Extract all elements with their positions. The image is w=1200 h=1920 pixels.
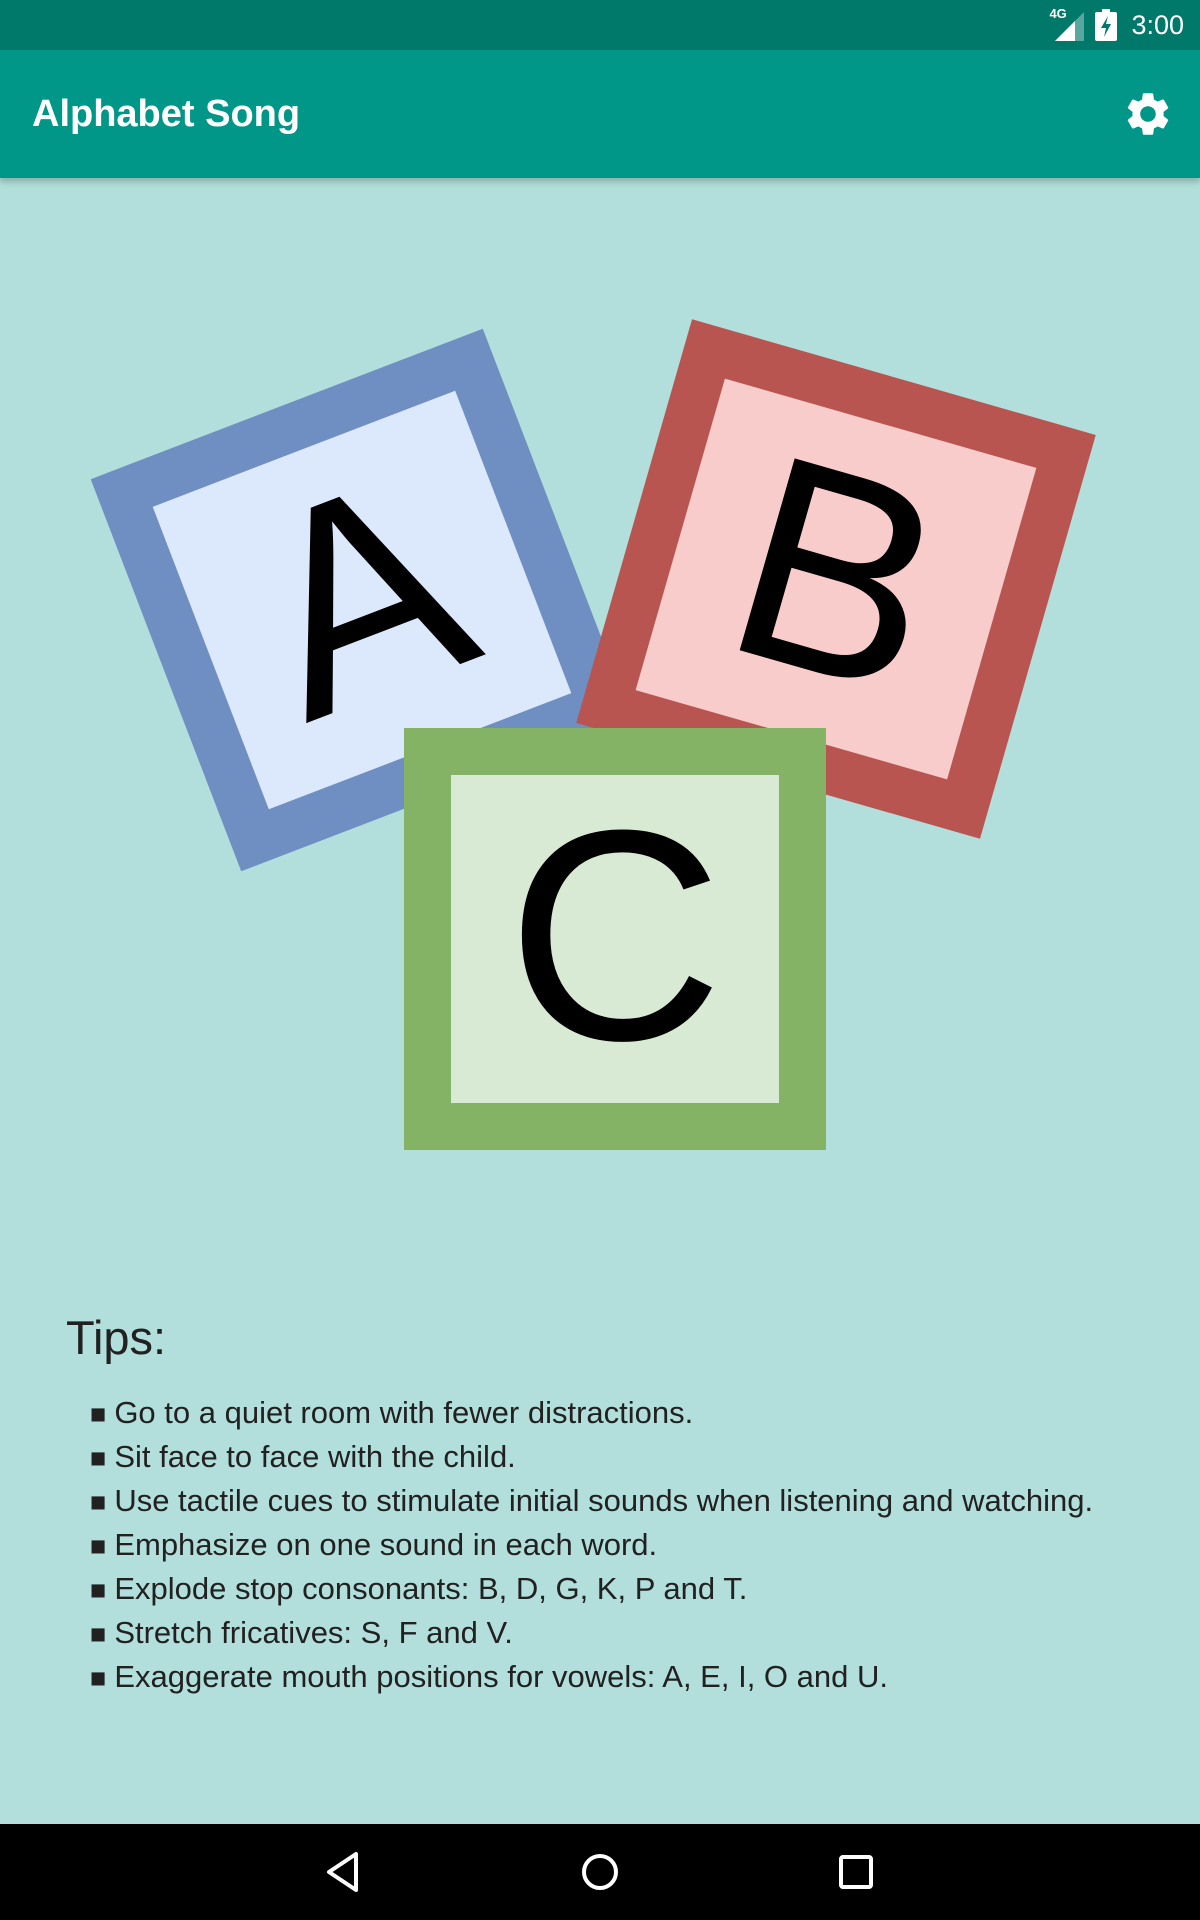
gear-icon (1127, 93, 1169, 135)
tip-item: ■ Explode stop consonants: B, D, G, K, P … (90, 1570, 1130, 1609)
status-bar: 4G 3:00 (0, 0, 1200, 50)
app-screen: 4G 3:00 Alphabet Song A B C Tips: ■ Go t… (0, 0, 1200, 1920)
tip-item: ■ Go to a quiet room with fewer distracti… (90, 1394, 1130, 1433)
tip-bullet: ■ (90, 1575, 107, 1605)
battery-charging-icon (1095, 9, 1118, 41)
block-c: C (404, 728, 826, 1150)
settings-button[interactable] (1122, 88, 1174, 140)
tip-text: Go to a quiet room with fewer distractio… (114, 1395, 694, 1430)
tip-bullet: ■ (90, 1663, 107, 1693)
abc-blocks-illustration: A B C (90, 319, 1096, 1150)
home-circle-icon (582, 1854, 618, 1890)
tip-item: ■ Use tactile cues to stimulate initial s… (90, 1482, 1130, 1521)
signal-indicator: 4G (1049, 6, 1085, 42)
tip-item: ■ Exaggerate mouth positions for vowels: … (90, 1658, 1130, 1697)
network-type-label: 4G (1049, 6, 1067, 21)
recents-square-icon (839, 1855, 873, 1889)
block-c-letter: C (507, 767, 724, 1103)
tip-text: Stretch fricatives: S, F and V. (114, 1615, 513, 1650)
tip-text: Use tactile cues to stimulate initial so… (114, 1483, 1094, 1518)
app-bar: Alphabet Song (0, 50, 1200, 178)
tip-item: ■ Emphasize on one sound in each word. (90, 1526, 1130, 1565)
tips-list: ■ Go to a quiet room with fewer distracti… (90, 1394, 1130, 1702)
tip-bullet: ■ (90, 1531, 107, 1561)
tips-heading: Tips: (66, 1311, 167, 1364)
back-triangle-icon (327, 1852, 358, 1892)
tip-item: ■ Sit face to face with the child. (90, 1438, 1130, 1477)
navigation-bar (0, 1824, 1200, 1920)
tip-text: Exaggerate mouth positions for vowels: A… (114, 1659, 888, 1694)
tip-text: Sit face to face with the child. (114, 1439, 516, 1474)
tip-text: Emphasize on one sound in each word. (114, 1527, 658, 1562)
tip-text: Explode stop consonants: B, D, G, K, P a… (114, 1571, 748, 1606)
home-button[interactable] (574, 1846, 626, 1898)
status-clock: 3:00 (1131, 9, 1184, 40)
status-icons: 4G 3:00 (1049, 0, 1184, 50)
tip-item: ■ Stretch fricatives: S, F and V. (90, 1614, 1130, 1653)
back-button[interactable] (318, 1846, 370, 1898)
tip-bullet: ■ (90, 1487, 107, 1517)
app-title: Alphabet Song (32, 93, 301, 135)
recents-button[interactable] (830, 1846, 882, 1898)
tip-bullet: ■ (90, 1399, 107, 1429)
tip-bullet: ■ (90, 1443, 107, 1473)
tip-bullet: ■ (90, 1619, 107, 1649)
